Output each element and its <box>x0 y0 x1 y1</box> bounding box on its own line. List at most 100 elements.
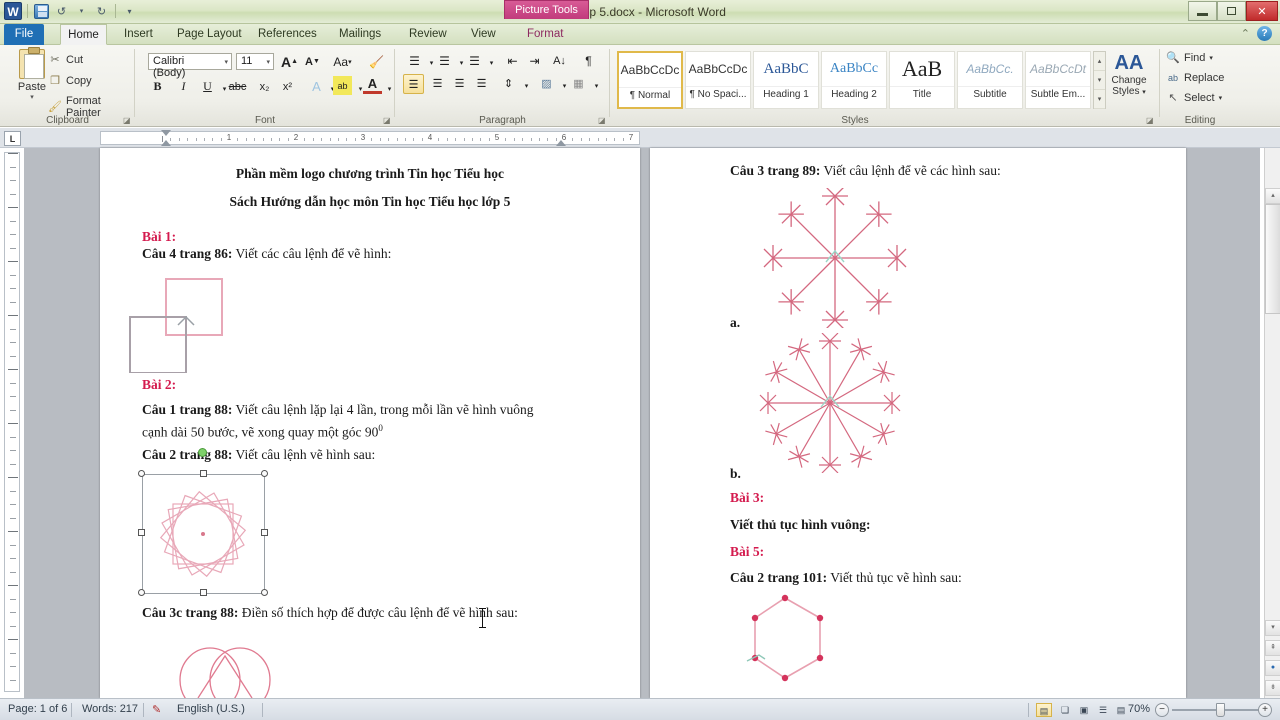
select-dropdown-icon[interactable]: ▾ <box>1219 94 1223 102</box>
align-right-icon[interactable]: ☰ <box>450 74 469 93</box>
highlight-button[interactable]: ab <box>333 76 352 95</box>
vertical-scrollbar[interactable]: ▴ ▾ ⇞ ● ⇟ <box>1264 148 1280 698</box>
page-1[interactable]: Phần mềm logo chương trình Tin học Tiểu … <box>100 148 640 698</box>
document-canvas[interactable]: Phần mềm logo chương trình Tin học Tiểu … <box>24 148 1260 698</box>
style-heading-2[interactable]: AaBbCc Heading 2 <box>821 51 887 109</box>
close-button[interactable]: ✕ <box>1246 1 1278 21</box>
image-selection-box[interactable] <box>142 474 265 594</box>
resize-handle-sw[interactable] <box>138 589 145 596</box>
collapse-ribbon-icon[interactable]: ⌃ <box>1241 27 1250 40</box>
style-normal[interactable]: AaBbCcDc ¶ Normal <box>617 51 683 109</box>
change-styles-button[interactable]: AA Change Styles ▾ <box>1105 51 1153 98</box>
tab-format[interactable]: Format <box>518 24 572 45</box>
tab-mailings[interactable]: Mailings <box>330 24 390 45</box>
help-icon[interactable]: ? <box>1257 26 1272 41</box>
next-page-icon[interactable]: ⇟ <box>1265 680 1280 696</box>
resize-handle-w[interactable] <box>138 529 145 536</box>
italic-button[interactable]: I <box>174 77 193 96</box>
show-formatting-marks-icon[interactable]: ¶ <box>579 51 598 70</box>
scroll-up-icon[interactable]: ▴ <box>1265 188 1280 204</box>
tab-insert[interactable]: Insert <box>115 24 162 45</box>
word-count[interactable]: Words: 217 <box>82 703 138 715</box>
find-button[interactable]: 🔍 Find ▾ <box>1166 51 1213 65</box>
style-heading-1[interactable]: AaBbC Heading 1 <box>753 51 819 109</box>
resize-handle-n[interactable] <box>200 470 207 477</box>
resize-handle-s[interactable] <box>200 589 207 596</box>
find-dropdown-icon[interactable]: ▾ <box>1209 54 1213 62</box>
right-indent-marker[interactable] <box>556 140 566 146</box>
style-title[interactable]: AaB Title <box>889 51 955 109</box>
line-spacing-dropdown-icon[interactable]: ▾ <box>517 76 536 95</box>
scroll-down-icon[interactable]: ▾ <box>1265 620 1280 636</box>
clear-formatting-icon[interactable]: 🧹 <box>367 52 386 71</box>
full-screen-reading-icon[interactable]: ❏ <box>1057 703 1073 717</box>
font-name-input[interactable]: Calibri (Body) ▾ <box>148 53 232 79</box>
tab-home[interactable]: Home <box>60 24 107 45</box>
left-indent-marker[interactable] <box>161 140 171 146</box>
borders-icon[interactable]: ▦ <box>569 74 588 93</box>
styles-dialog-launcher[interactable]: ◪ <box>1146 116 1155 125</box>
style-no-spacing[interactable]: AaBbCcDc ¶ No Spaci... <box>685 51 751 109</box>
copy-button[interactable]: ❐ Copy <box>48 74 92 88</box>
first-line-indent-marker[interactable] <box>161 130 171 136</box>
proofing-errors-icon[interactable]: ✎ <box>152 703 161 716</box>
paragraph-dialog-launcher[interactable]: ◪ <box>598 116 607 125</box>
font-dialog-launcher[interactable]: ◪ <box>383 116 392 125</box>
select-browse-object-icon[interactable]: ● <box>1265 660 1280 676</box>
clipboard-dialog-launcher[interactable]: ◪ <box>123 116 132 125</box>
three-circles-figure[interactable] <box>168 638 288 698</box>
justify-icon[interactable]: ☰ <box>472 74 491 93</box>
change-case-button[interactable]: Aa ▾ <box>333 52 352 71</box>
rotation-handle[interactable] <box>198 448 207 457</box>
tab-page-layout[interactable]: Page Layout <box>168 24 251 45</box>
previous-page-icon[interactable]: ⇞ <box>1265 640 1280 656</box>
select-button[interactable]: ↖ Select ▾ <box>1166 91 1222 105</box>
zoom-slider-thumb[interactable] <box>1216 703 1225 717</box>
pinwheel-figure[interactable] <box>143 475 264 593</box>
zoom-in-button[interactable]: + <box>1258 703 1272 717</box>
vertical-ruler[interactable] <box>4 152 20 692</box>
page-2[interactable]: Câu 3 trang 89: Viết câu lệnh để vẽ các … <box>650 148 1186 698</box>
tab-review[interactable]: Review <box>400 24 456 45</box>
language-indicator[interactable]: English (U.S.) <box>177 703 245 715</box>
increase-indent-icon[interactable]: ⇥ <box>525 51 544 70</box>
resize-handle-nw[interactable] <box>138 470 145 477</box>
borders-dropdown-icon[interactable]: ▾ <box>587 76 606 95</box>
restore-button[interactable] <box>1217 1 1246 21</box>
minimize-button[interactable] <box>1188 1 1217 21</box>
style-subtle-emphasis[interactable]: AaBbCcDt Subtle Em... <box>1025 51 1091 109</box>
strikethrough-button[interactable]: abc <box>228 77 247 96</box>
zoom-level[interactable]: 70% <box>1128 703 1150 715</box>
web-layout-icon[interactable]: ▣ <box>1076 703 1092 717</box>
tab-references[interactable]: References <box>249 24 326 45</box>
font-size-input[interactable]: 11 ▾ <box>236 53 274 70</box>
tab-file[interactable]: File <box>4 24 44 45</box>
snowflake-12-spoke-figure[interactable] <box>750 333 910 473</box>
shrink-font-button[interactable]: A ▼ <box>303 52 322 71</box>
chevron-down-icon[interactable]: ▾ <box>224 58 228 66</box>
align-left-icon[interactable]: ☰ <box>403 74 424 94</box>
resize-handle-ne[interactable] <box>261 470 268 477</box>
shading-icon[interactable]: ▨ <box>537 74 556 93</box>
hexagon-figure[interactable] <box>745 593 855 688</box>
replace-button[interactable]: ab Replace <box>1166 71 1224 85</box>
superscript-button[interactable]: x² <box>278 77 297 96</box>
draft-icon[interactable]: ▤ <box>1113 703 1129 717</box>
multilevel-dropdown-icon[interactable]: ▾ <box>482 53 501 72</box>
style-subtitle[interactable]: AaBbCc. Subtitle <box>957 51 1023 109</box>
snowflake-8-spoke-figure[interactable] <box>755 188 915 328</box>
page-indicator[interactable]: Page: 1 of 6 <box>8 703 67 715</box>
zoom-out-button[interactable]: − <box>1155 703 1169 717</box>
decrease-indent-icon[interactable]: ⇤ <box>503 51 522 70</box>
tab-selector-button[interactable]: L <box>4 131 21 146</box>
two-squares-figure[interactable] <box>118 273 238 373</box>
align-center-icon[interactable]: ☰ <box>428 74 447 93</box>
bold-button[interactable]: B <box>148 77 167 96</box>
grow-font-button[interactable]: A ▲ <box>280 52 299 71</box>
cut-button[interactable]: ✂ Cut <box>48 53 83 67</box>
resize-handle-se[interactable] <box>261 589 268 596</box>
subscript-button[interactable]: x₂ <box>255 77 274 96</box>
line-spacing-icon[interactable]: ⇕ <box>499 74 518 93</box>
sort-icon[interactable]: A↓ <box>550 51 569 70</box>
tab-view[interactable]: View <box>462 24 505 45</box>
